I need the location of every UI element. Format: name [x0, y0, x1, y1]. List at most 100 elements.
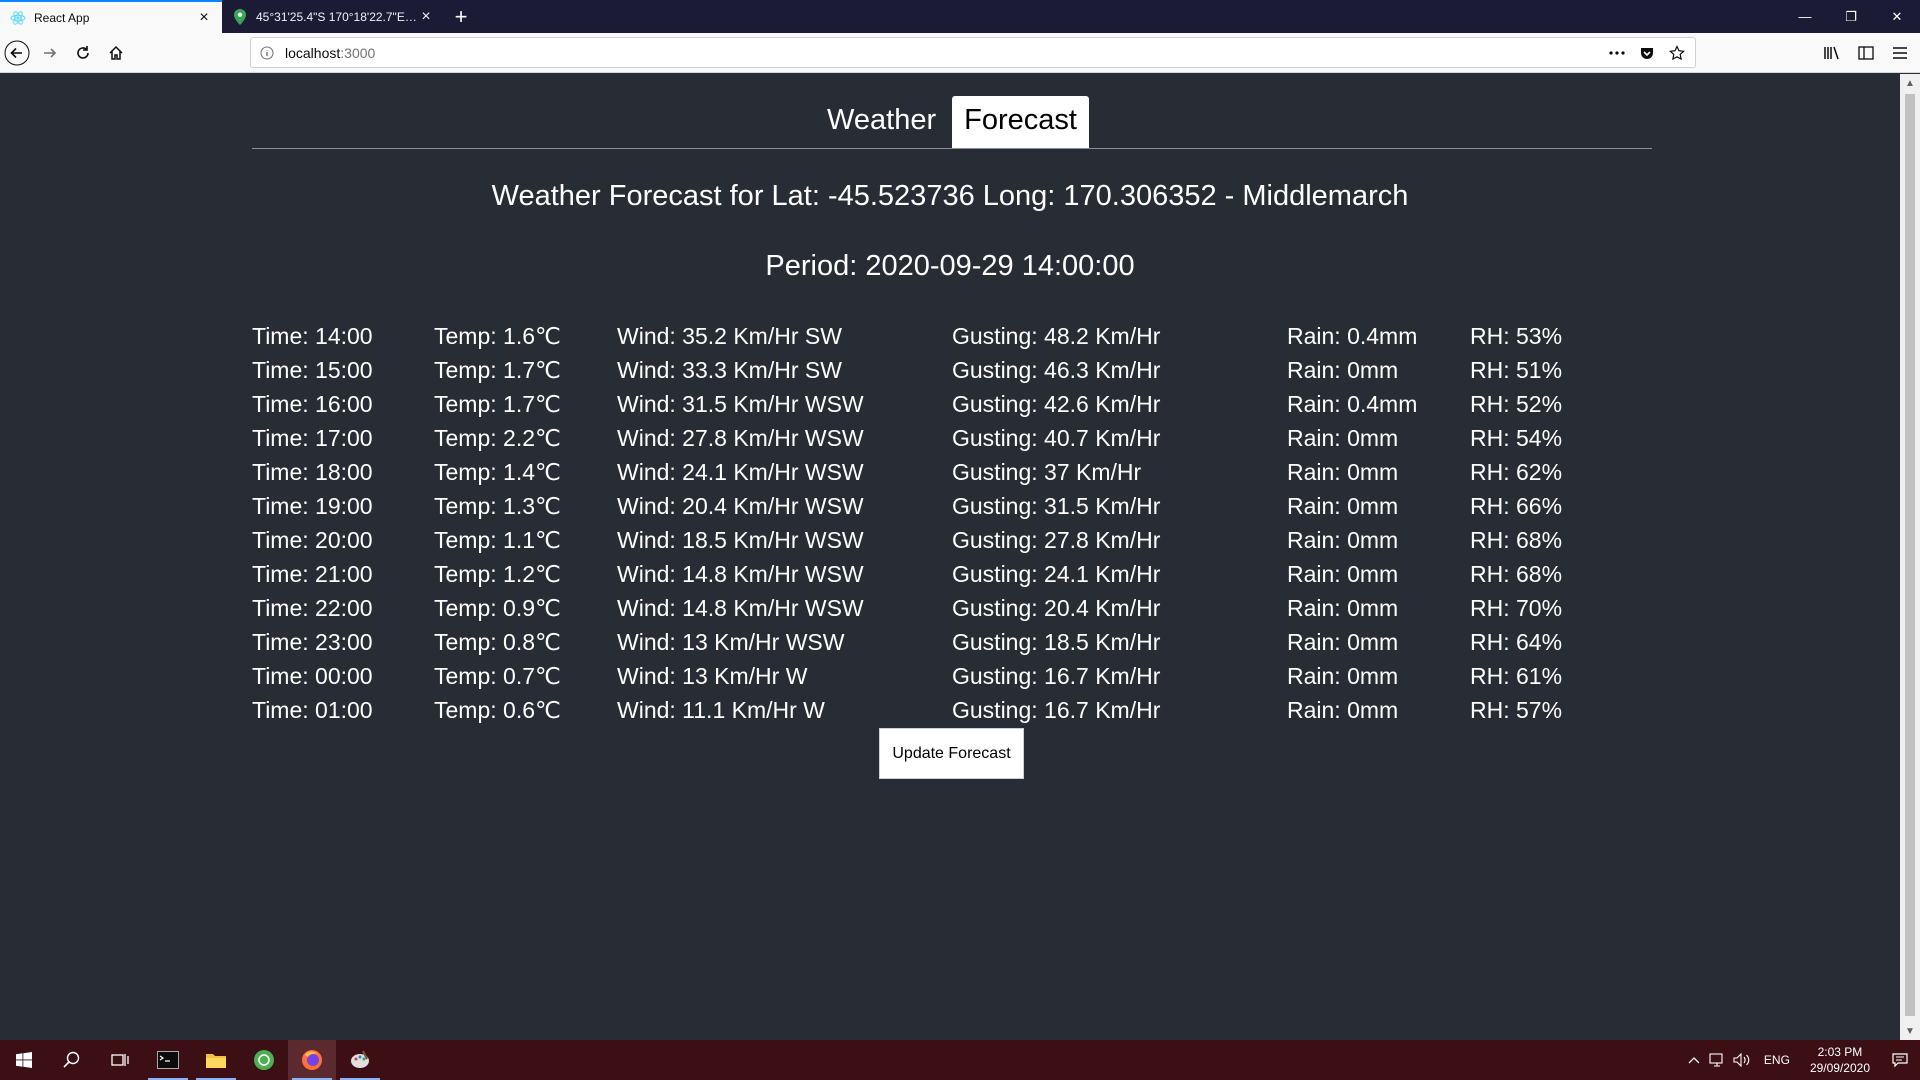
rh-cell: RH: 66% [1470, 493, 1563, 519]
browser-tab-react-app[interactable]: React App × [0, 0, 222, 33]
close-icon[interactable]: × [196, 9, 212, 26]
temp-cell: Temp: 1.7℃ [434, 357, 561, 383]
rh-cell: RH: 61% [1470, 663, 1563, 689]
rain-cell: Rain: 0mm [1287, 629, 1399, 655]
wind-cell: Wind: 13 Km/Hr WSW [617, 629, 845, 655]
bookmark-star-icon[interactable] [1667, 43, 1687, 63]
rh-cell: RH: 68% [1470, 561, 1563, 587]
windows-start-icon[interactable] [0, 1040, 48, 1080]
sidebar-icon[interactable] [1852, 37, 1880, 69]
wind-cell: Wind: 14.8 Km/Hr WSW [617, 595, 864, 621]
page-actions-icon[interactable] [1607, 43, 1627, 63]
search-icon[interactable] [48, 1040, 96, 1080]
table-row: Time: 17:00 Temp: 2.2℃ Wind: 27.8 Km/Hr WS… [252, 421, 1652, 455]
table-row: Time: 21:00 Temp: 1.2℃ Wind: 14.8 Km/Hr WS… [252, 557, 1652, 591]
rh-cell: RH: 52% [1470, 391, 1563, 417]
time-cell: Time: 15:00 [252, 357, 373, 383]
page-title: Weather Forecast for Lat: -45.523736 Lon… [491, 180, 1409, 212]
library-icon[interactable] [1818, 37, 1846, 69]
wind-cell: Wind: 18.5 Km/Hr WSW [617, 527, 864, 553]
clock[interactable]: 2:03 PM 29/09/2020 [1800, 1044, 1880, 1076]
rain-cell: Rain: 0mm [1287, 527, 1399, 553]
time-cell: Time: 23:00 [252, 629, 373, 655]
close-icon[interactable]: × [418, 8, 434, 25]
window-close-icon[interactable]: ✕ [1874, 0, 1920, 33]
wind-cell: Wind: 11.1 Km/Hr W [617, 697, 825, 723]
tab-title: React App [34, 10, 90, 25]
url-port: :3000 [340, 44, 376, 61]
gust-cell: Gusting: 24.1 Km/Hr [952, 561, 1161, 587]
home-icon[interactable] [100, 37, 132, 69]
file-explorer-icon[interactable] [192, 1040, 240, 1080]
time-cell: Time: 00:00 [252, 663, 373, 689]
url-host: localhost [285, 44, 341, 61]
temp-cell: Temp: 1.3℃ [434, 493, 561, 519]
temp-cell: Temp: 0.7℃ [434, 663, 561, 689]
back-icon[interactable] [1, 37, 33, 69]
scroll-down-icon[interactable]: ▼ [1900, 1022, 1920, 1040]
scroll-up-icon[interactable]: ▲ [1900, 74, 1920, 92]
temp-cell: Temp: 1.6℃ [434, 323, 561, 349]
time-cell: Time: 14:00 [252, 323, 373, 349]
tab-title: 45°31'25.4"S 170°18'22.7"E - Go [256, 9, 418, 24]
pocket-icon[interactable] [1637, 43, 1657, 63]
rain-cell: Rain: 0mm [1287, 697, 1399, 723]
menu-icon[interactable] [1886, 37, 1914, 69]
gust-cell: Gusting: 40.7 Km/Hr [952, 425, 1161, 451]
table-row: Time: 19:00 Temp: 1.3℃ Wind: 20.4 Km/Hr WS… [252, 489, 1652, 523]
wind-cell: Wind: 33.3 Km/Hr SW [617, 357, 842, 383]
rain-cell: Rain: 0.4mm [1287, 391, 1418, 417]
terminal-icon[interactable] [144, 1040, 192, 1080]
gust-cell: Gusting: 42.6 Km/Hr [952, 391, 1161, 417]
app-green-icon[interactable] [240, 1040, 288, 1080]
scrollbar-thumb[interactable] [1905, 94, 1915, 1016]
table-row: Time: 14:00 Temp: 1.6℃ Wind: 35.2 Km/Hr SW… [252, 319, 1652, 353]
forecast-table: Time: 14:00 Temp: 1.6℃ Wind: 35.2 Km/Hr SW… [252, 319, 1652, 727]
window-controls: — ❐ ✕ [1782, 0, 1920, 33]
url-bar[interactable]: localhost:3000 [250, 37, 1696, 68]
rh-cell: RH: 53% [1470, 323, 1563, 349]
rain-cell: Rain: 0mm [1287, 493, 1399, 519]
info-icon[interactable] [259, 45, 275, 61]
gust-cell: Gusting: 16.7 Km/Hr [952, 663, 1161, 689]
chevron-up-icon[interactable] [1682, 1040, 1706, 1080]
windows-taskbar: ENG 2:03 PM 29/09/2020 [0, 1040, 1920, 1080]
table-row: Time: 23:00 Temp: 0.8℃ Wind: 13 Km/Hr WSW G… [252, 625, 1652, 659]
volume-icon[interactable] [1730, 1040, 1754, 1080]
minimize-icon[interactable]: — [1782, 0, 1828, 33]
rh-cell: RH: 68% [1470, 527, 1563, 553]
paint-icon[interactable] [336, 1040, 384, 1080]
page-scrollbar[interactable]: ▲ ▼ [1900, 74, 1920, 1040]
notification-icon[interactable] [1880, 1040, 1920, 1080]
table-row: Time: 00:00 Temp: 0.7℃ Wind: 13 Km/Hr W Gus… [252, 659, 1652, 693]
tab-weather[interactable]: Weather [815, 96, 948, 148]
wind-cell: Wind: 14.8 Km/Hr WSW [617, 561, 864, 587]
task-view-icon[interactable] [96, 1040, 144, 1080]
time-cell: Time: 21:00 [252, 561, 373, 587]
page-content: Weather Forecast Weather Forecast for La… [0, 74, 1900, 1040]
tab-forecast[interactable]: Forecast [952, 96, 1089, 148]
gust-cell: Gusting: 37 Km/Hr [952, 459, 1142, 485]
network-icon[interactable] [1706, 1040, 1730, 1080]
firefox-icon[interactable] [288, 1040, 336, 1080]
gust-cell: Gusting: 46.3 Km/Hr [952, 357, 1161, 383]
rain-cell: Rain: 0mm [1287, 595, 1399, 621]
gust-cell: Gusting: 31.5 Km/Hr [952, 493, 1161, 519]
restore-icon[interactable]: ❐ [1828, 0, 1874, 33]
gust-cell: Gusting: 16.7 Km/Hr [952, 697, 1161, 723]
time-cell: Time: 18:00 [252, 459, 373, 485]
rh-cell: RH: 62% [1470, 459, 1563, 485]
temp-cell: Temp: 0.9℃ [434, 595, 561, 621]
forward-icon[interactable] [34, 37, 66, 69]
period-label: Period: 2020-09-29 14:00:00 [765, 250, 1135, 282]
temp-cell: Temp: 1.2℃ [434, 561, 561, 587]
rain-cell: Rain: 0mm [1287, 561, 1399, 587]
update-forecast-button[interactable]: Update Forecast [879, 728, 1024, 779]
browser-tab-google-maps[interactable]: 45°31'25.4"S 170°18'22.7"E - Go × [222, 0, 444, 33]
url-text: localhost:3000 [285, 45, 1607, 61]
rh-cell: RH: 57% [1470, 697, 1563, 723]
reload-icon[interactable] [67, 37, 99, 69]
rh-cell: RH: 70% [1470, 595, 1563, 621]
new-tab-button[interactable]: + [444, 0, 478, 33]
language-indicator[interactable]: ENG [1754, 1053, 1800, 1067]
